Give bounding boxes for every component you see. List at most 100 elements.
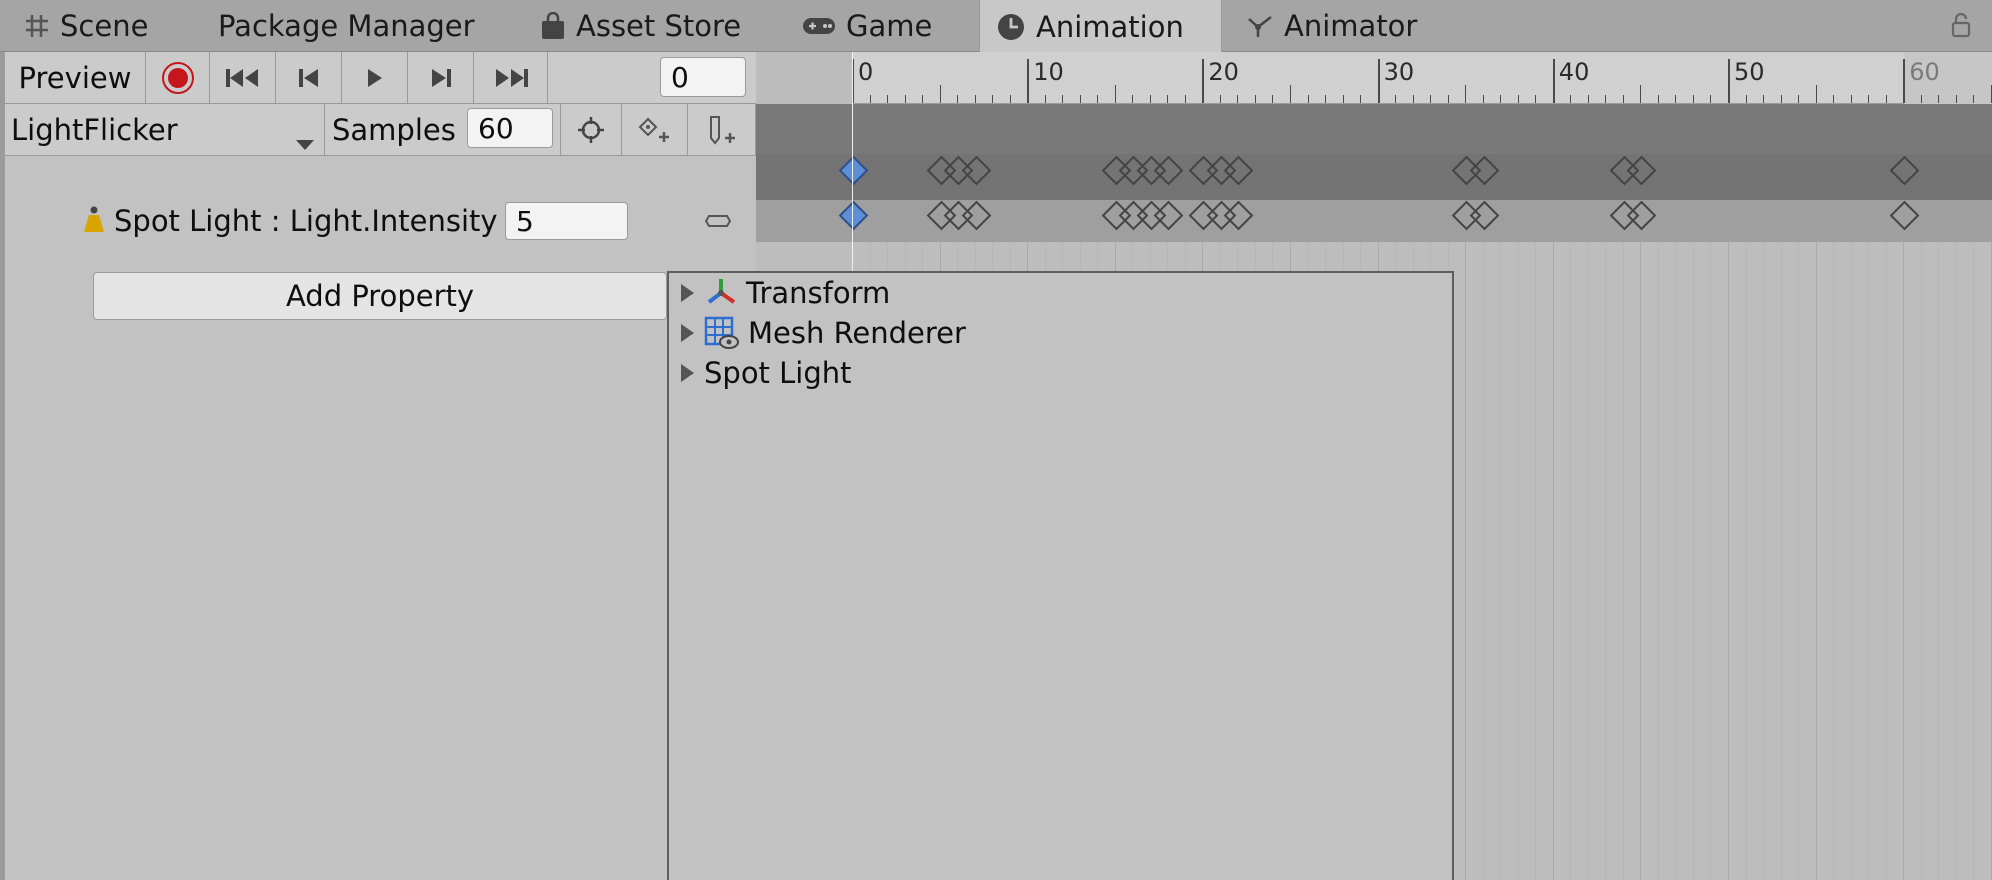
ruler-tick (1552, 59, 1555, 103)
ruler-label: 40 (1558, 58, 1590, 86)
ruler-label: 10 (1033, 58, 1064, 86)
ruler-tick (1149, 95, 1151, 103)
shopping-bag-icon (540, 12, 566, 40)
preview-label: Preview (18, 61, 132, 95)
record-button[interactable] (146, 52, 210, 104)
frame-field[interactable]: 0 (660, 57, 746, 97)
ruler-tick (1885, 95, 1887, 103)
tab-label: Asset Store (576, 9, 742, 43)
step-back-icon (298, 69, 318, 87)
clip-dropdown[interactable]: LightFlicker (5, 104, 325, 156)
ruler-tick (1920, 95, 1922, 103)
previous-keyframe-button[interactable] (276, 52, 342, 104)
ruler-tick (1132, 95, 1134, 103)
ruler-tick (1395, 95, 1397, 103)
ruler-tick (1482, 95, 1484, 103)
time-ruler[interactable]: 0 10 20 30 40 50 60 (756, 52, 1992, 104)
ruler-tick (1517, 95, 1519, 103)
tab-package-manager[interactable]: Package Manager (218, 0, 475, 52)
animation-properties-panel (0, 52, 756, 880)
next-keyframe-button[interactable] (408, 52, 474, 104)
last-keyframe-button[interactable] (474, 52, 548, 104)
ruler-label: 50 (1734, 58, 1765, 86)
dopesheet-summary-row[interactable] (756, 104, 1992, 154)
first-keyframe-button[interactable] (210, 52, 276, 104)
tab-label: Scene (60, 9, 149, 43)
ruler-tick (1360, 95, 1362, 103)
add-property-button[interactable]: Add Property (93, 272, 667, 320)
add-property-popup: Transform Mesh Renderer Spot Light (667, 271, 1454, 880)
crosshair-icon (578, 117, 604, 143)
expand-arrow-icon (681, 324, 694, 342)
ruler-tick (1868, 95, 1870, 103)
ruler-tick (1167, 95, 1169, 103)
ruler-tick (1815, 85, 1817, 103)
tab-label: Animator (1284, 9, 1418, 43)
play-button[interactable] (342, 52, 408, 104)
skip-to-end-icon (495, 69, 528, 87)
ruler-tick (1447, 95, 1449, 103)
ruler-tick (1044, 95, 1046, 103)
ruler-tick (1973, 95, 1975, 103)
ruler-tick (1675, 95, 1677, 103)
ruler-tick (922, 95, 924, 103)
ruler-tick (1763, 95, 1765, 103)
ruler-tick (1745, 95, 1747, 103)
tab-asset-store[interactable]: Asset Store (540, 0, 741, 52)
popup-item-label: Spot Light (704, 356, 852, 390)
expand-arrow-icon (681, 284, 694, 302)
step-forward-icon (431, 69, 451, 87)
expand-arrow-icon (681, 364, 694, 382)
popup-item-spot-light[interactable]: Spot Light (681, 353, 852, 393)
samples-label: Samples (332, 113, 456, 147)
add-property-label: Add Property (285, 279, 475, 313)
clip-name: LightFlicker (11, 113, 178, 147)
ruler-tick (1202, 59, 1205, 103)
ruler-left-shade (756, 52, 852, 104)
ruler-tick (1430, 95, 1432, 103)
tab-game[interactable]: Game (802, 0, 932, 52)
ruler-label: 0 (858, 58, 874, 86)
add-keyframe-button[interactable] (622, 104, 688, 156)
popup-item-mesh-renderer[interactable]: Mesh Renderer (681, 313, 966, 353)
ruler-tick (1114, 85, 1116, 103)
ruler-tick (1254, 95, 1256, 103)
add-event-icon (709, 116, 735, 145)
clock-icon (996, 12, 1026, 42)
ruler-tick (1079, 95, 1081, 103)
tab-label: Game (846, 9, 933, 43)
ruler-tick (1027, 59, 1030, 103)
ruler-tick (1622, 95, 1624, 103)
ruler-label: 60 (1909, 58, 1940, 86)
ruler-tick (1798, 95, 1800, 103)
ruler-tick (1570, 95, 1572, 103)
ruler-tick (1184, 95, 1186, 103)
record-icon (161, 62, 194, 94)
preview-button[interactable]: Preview (5, 52, 146, 104)
samples-field[interactable]: 60 (467, 108, 553, 148)
tab-label: Package Manager (218, 9, 475, 43)
ruler-tick (1640, 85, 1642, 103)
keyframe-toggle-icon[interactable] (704, 213, 732, 233)
tab-scene[interactable]: Scene (24, 0, 148, 52)
ruler-tick (974, 95, 976, 103)
tab-label: Animation (1036, 9, 1184, 44)
grid-icon (24, 13, 50, 39)
lock-icon[interactable] (1950, 12, 1972, 42)
add-event-button[interactable] (688, 104, 756, 156)
ruler-tick (1500, 95, 1502, 103)
ruler-tick (1728, 59, 1730, 103)
tab-animation[interactable]: Animation (979, 0, 1222, 53)
property-value: 5 (516, 204, 534, 238)
transform-icon (704, 276, 738, 310)
ruler-tick (869, 95, 871, 103)
property-value-field[interactable]: 5 (505, 202, 628, 240)
ruler-label: 30 (1383, 58, 1415, 86)
ruler-tick (904, 95, 906, 103)
tab-animator[interactable]: Animator (1246, 0, 1417, 52)
snap-button[interactable] (560, 104, 622, 156)
gamepad-icon (802, 15, 836, 37)
ruler-tick (1219, 95, 1221, 103)
ruler-tick (1377, 59, 1380, 103)
popup-item-transform[interactable]: Transform (681, 273, 890, 313)
